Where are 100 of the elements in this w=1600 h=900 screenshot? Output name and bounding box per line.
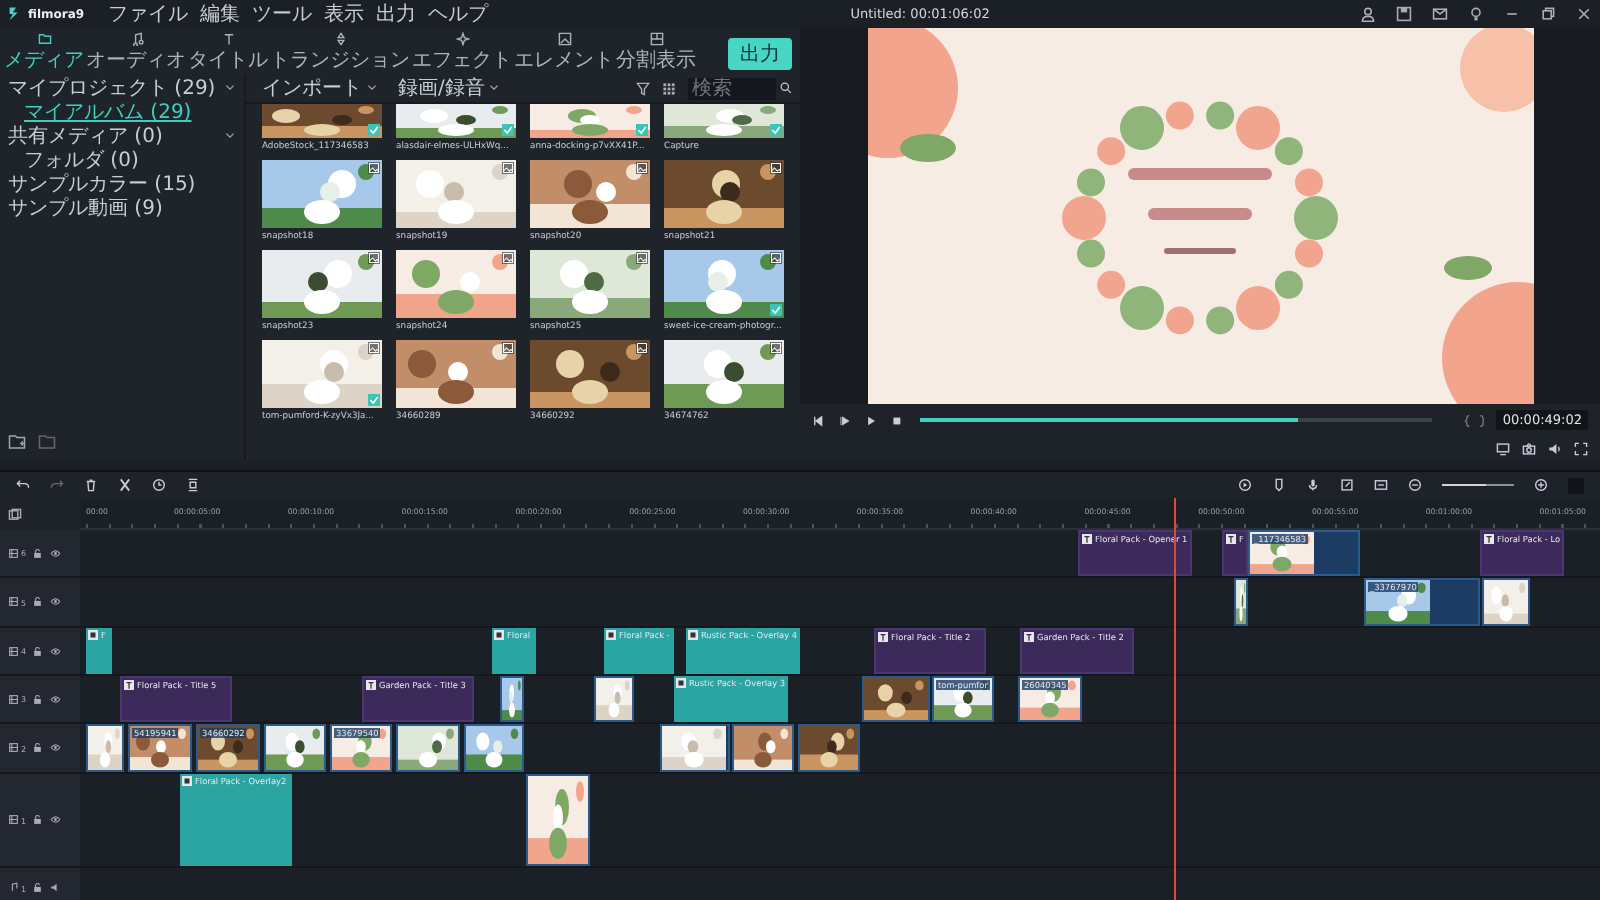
- video-clip[interactable]: [660, 724, 730, 772]
- cut-icon[interactable]: [118, 478, 132, 492]
- video-clip[interactable]: [862, 676, 930, 722]
- previous-frame-icon[interactable]: [812, 413, 826, 427]
- tab[interactable]: オーディオ: [86, 28, 186, 72]
- restore-icon[interactable]: [1540, 6, 1556, 22]
- play-icon[interactable]: [863, 413, 878, 427]
- menu-item[interactable]: ヘルプ: [428, 0, 489, 28]
- search-field[interactable]: 検索: [688, 77, 776, 99]
- add-track-icon[interactable]: [8, 507, 22, 521]
- tree-item[interactable]: 共有メディア (0): [8, 122, 163, 150]
- grid-view-icon[interactable]: [662, 81, 676, 95]
- tree-item[interactable]: マイプロジェクト (29): [8, 74, 216, 102]
- volume-icon[interactable]: [1548, 441, 1562, 455]
- subtitle-icon[interactable]: [1374, 478, 1388, 492]
- marker-icon[interactable]: [1272, 478, 1286, 492]
- lock-icon[interactable]: [32, 645, 44, 657]
- record-dropdown[interactable]: 録画/録音: [398, 74, 501, 102]
- camera-icon[interactable]: [1522, 441, 1536, 455]
- save-icon[interactable]: [1396, 6, 1412, 22]
- folder-icon[interactable]: [38, 434, 56, 450]
- lock-icon[interactable]: [32, 742, 44, 754]
- menu-item[interactable]: ツール: [252, 0, 313, 28]
- search-icon[interactable]: [780, 82, 792, 94]
- video-clip[interactable]: [86, 724, 124, 772]
- tree-item[interactable]: フォルダ (0): [24, 146, 139, 174]
- lock-icon[interactable]: [32, 882, 44, 894]
- music-note-icon: [129, 32, 143, 46]
- export-button[interactable]: 出力: [728, 38, 792, 70]
- chevron-down-icon[interactable]: [224, 82, 236, 94]
- import-dropdown[interactable]: インポート: [262, 74, 378, 102]
- mail-icon[interactable]: [1432, 6, 1448, 22]
- undo-icon[interactable]: [16, 478, 30, 492]
- zoom-in-icon[interactable]: [1534, 478, 1548, 492]
- overlay-icon: [676, 678, 686, 688]
- audio-mixer-icon[interactable]: [1340, 478, 1354, 492]
- fullscreen-icon[interactable]: [1574, 441, 1588, 455]
- split-screen-icon: [649, 32, 663, 46]
- eye-icon[interactable]: [49, 742, 61, 754]
- zoom-out-icon[interactable]: [1408, 478, 1422, 492]
- text-icon: [366, 680, 376, 690]
- tab[interactable]: エフェクト: [412, 28, 512, 72]
- text-icon: [878, 632, 888, 642]
- video-clip[interactable]: [798, 724, 860, 772]
- eye-icon[interactable]: [49, 814, 61, 826]
- video-clip[interactable]: [1234, 578, 1248, 626]
- menu-item[interactable]: 表示: [324, 0, 365, 28]
- account-icon[interactable]: [1360, 6, 1376, 22]
- image-type-icon: [502, 252, 514, 264]
- video-clip[interactable]: [500, 676, 524, 722]
- eye-icon[interactable]: [49, 547, 61, 559]
- render-icon[interactable]: [1238, 478, 1252, 492]
- lock-icon[interactable]: [32, 596, 44, 608]
- film-icon: [8, 547, 19, 559]
- eye-icon[interactable]: [49, 693, 61, 705]
- menu-item[interactable]: 編集: [200, 0, 241, 28]
- redo-icon[interactable]: [50, 478, 64, 492]
- lock-icon[interactable]: [32, 693, 44, 705]
- mark-in-out-icon[interactable]: [1463, 413, 1485, 427]
- video-clip[interactable]: [464, 724, 524, 772]
- tree-item[interactable]: サンプル動画 (9): [8, 194, 163, 222]
- overlay-icon: [606, 630, 616, 640]
- tab[interactable]: トランジション: [270, 28, 410, 72]
- image-type-icon: [770, 252, 782, 264]
- delete-icon[interactable]: [84, 478, 98, 492]
- lock-icon[interactable]: [32, 814, 44, 826]
- video-clip[interactable]: [1482, 578, 1530, 626]
- eye-icon[interactable]: [49, 645, 61, 657]
- menu-item[interactable]: ファイル: [108, 0, 189, 28]
- chevron-down-icon[interactable]: [224, 130, 236, 142]
- video-clip[interactable]: [732, 724, 794, 772]
- tree-item[interactable]: サンプルカラー (15): [8, 170, 196, 198]
- overlay-icon: [688, 630, 698, 640]
- close-icon[interactable]: [1576, 6, 1592, 22]
- video-clip[interactable]: [594, 676, 634, 722]
- tab[interactable]: 分割表示: [616, 28, 696, 72]
- image-type-icon: [368, 252, 380, 264]
- monitor-icon[interactable]: [1496, 441, 1510, 455]
- video-clip[interactable]: [396, 724, 460, 772]
- text-icon: [124, 680, 134, 690]
- lightbulb-icon[interactable]: [1468, 6, 1484, 22]
- video-clip[interactable]: [526, 774, 590, 866]
- stop-icon[interactable]: [889, 413, 904, 427]
- lock-icon[interactable]: [32, 547, 44, 559]
- filter-icon[interactable]: [636, 81, 650, 95]
- tree-item[interactable]: マイアルバム (29): [24, 98, 192, 126]
- film-icon: [8, 814, 19, 826]
- microphone-icon[interactable]: [1306, 478, 1320, 492]
- tab[interactable]: タイトル: [188, 28, 268, 72]
- tab[interactable]: エレメント: [514, 28, 614, 72]
- tab[interactable]: メディア: [4, 28, 84, 72]
- speaker-icon[interactable]: [49, 882, 61, 894]
- clock-icon[interactable]: [152, 478, 166, 492]
- menu-item[interactable]: 出力: [376, 0, 417, 28]
- play-icon[interactable]: [837, 413, 852, 427]
- video-clip[interactable]: [264, 724, 326, 772]
- adjust-icon[interactable]: [186, 478, 200, 492]
- add-folder-icon[interactable]: [8, 434, 26, 450]
- eye-icon[interactable]: [49, 596, 61, 608]
- text-icon: [1082, 534, 1092, 544]
